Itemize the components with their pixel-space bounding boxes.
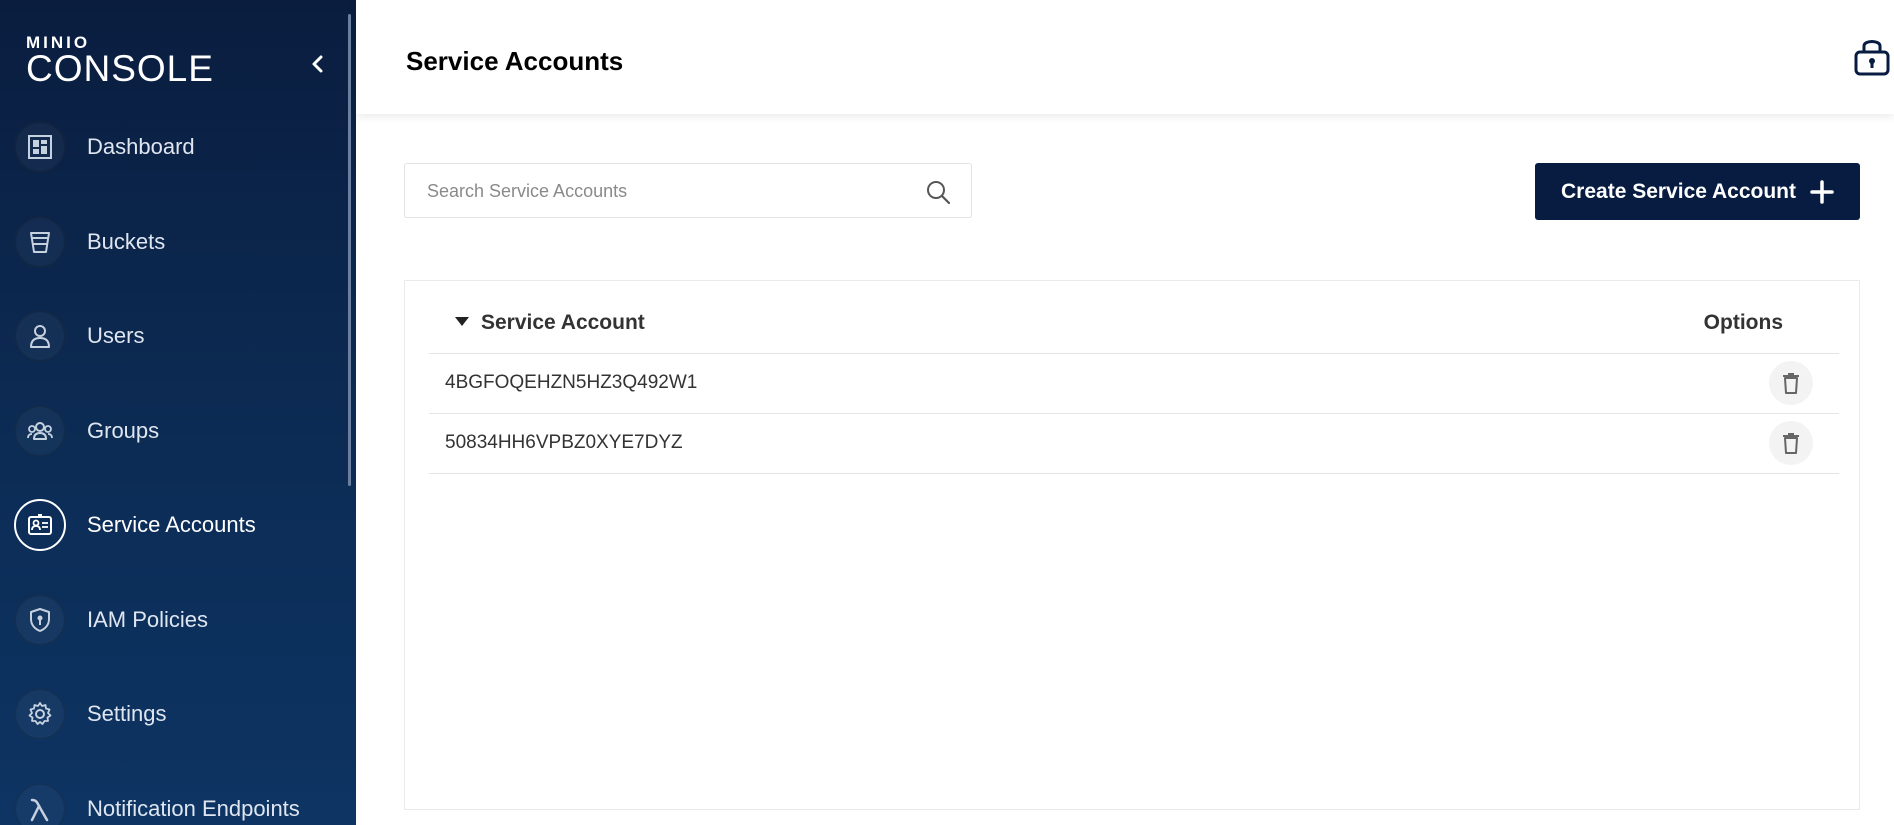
table-header: Service Account Options xyxy=(429,281,1839,354)
delete-button[interactable] xyxy=(1769,361,1813,405)
service-account-id[interactable]: 4BGFOQEHZN5HZ3Q492W1 xyxy=(445,372,697,394)
sidebar: MINIO CONSOLE Dashboard Buckets Users Gr… xyxy=(0,0,356,825)
logout-button[interactable] xyxy=(1850,34,1894,78)
sidebar-item-label: Users xyxy=(87,323,145,348)
shield-icon xyxy=(14,594,66,646)
groups-icon xyxy=(14,405,66,457)
logo-bottom-text: CONSOLE xyxy=(26,48,214,89)
create-service-account-button[interactable]: Create Service Account xyxy=(1535,163,1860,220)
create-service-account-label: Create Service Account xyxy=(1561,179,1796,203)
service-accounts-table: Service Account Options 4BGFOQEHZN5HZ3Q4… xyxy=(404,280,1860,810)
sidebar-item-users[interactable]: Users xyxy=(14,307,344,365)
table-row[interactable]: 50834HH6VPBZ0XYE7DYZ xyxy=(429,413,1839,474)
sidebar-item-label: Settings xyxy=(87,701,167,726)
column-header-service-account[interactable]: Service Account xyxy=(481,311,645,335)
user-icon xyxy=(14,310,66,362)
sidebar-item-label: Groups xyxy=(87,418,160,443)
sidebar-item-notification-endpoints[interactable]: Notification Endpoints xyxy=(14,780,344,825)
sort-descending-icon[interactable] xyxy=(455,317,469,327)
search-icon[interactable] xyxy=(925,179,951,205)
page-header: Service Accounts xyxy=(356,0,1894,114)
dashboard-icon xyxy=(14,121,66,173)
lock-icon xyxy=(1854,40,1890,76)
sidebar-item-iam-policies[interactable]: IAM Policies xyxy=(14,591,344,649)
sidebar-item-label: Buckets xyxy=(87,229,166,254)
sidebar-item-label: Service Accounts xyxy=(87,512,256,537)
trash-icon xyxy=(1783,433,1799,454)
sidebar-item-buckets[interactable]: Buckets xyxy=(14,213,344,271)
chevron-left-icon xyxy=(312,55,323,73)
column-header-options: Options xyxy=(1703,311,1783,334)
search-input[interactable] xyxy=(425,164,909,219)
service-account-id[interactable]: 50834HH6VPBZ0XYE7DYZ xyxy=(445,432,683,454)
minio-console-logo[interactable]: MINIO CONSOLE xyxy=(26,34,214,87)
lambda-icon xyxy=(14,783,66,825)
plus-icon xyxy=(1810,179,1834,204)
bucket-icon xyxy=(14,216,66,268)
gear-icon xyxy=(14,688,66,740)
sidebar-scrollbar[interactable] xyxy=(348,14,351,486)
sidebar-item-label: IAM Policies xyxy=(87,607,209,632)
sidebar-item-label: Dashboard xyxy=(87,134,195,159)
id-card-icon xyxy=(14,499,66,551)
table-row[interactable]: 4BGFOQEHZN5HZ3Q492W1 xyxy=(429,353,1839,414)
sidebar-item-settings[interactable]: Settings xyxy=(14,685,344,743)
sidebar-item-groups[interactable]: Groups xyxy=(14,402,344,460)
page-title: Service Accounts xyxy=(406,46,624,76)
delete-button[interactable] xyxy=(1769,421,1813,465)
trash-icon xyxy=(1783,373,1799,394)
sidebar-item-service-accounts[interactable]: Service Accounts xyxy=(14,496,344,554)
search-box xyxy=(404,163,972,219)
sidebar-item-dashboard[interactable]: Dashboard xyxy=(14,118,344,176)
sidebar-item-label: Notification Endpoints xyxy=(87,796,300,821)
collapse-sidebar-button[interactable] xyxy=(306,52,330,76)
